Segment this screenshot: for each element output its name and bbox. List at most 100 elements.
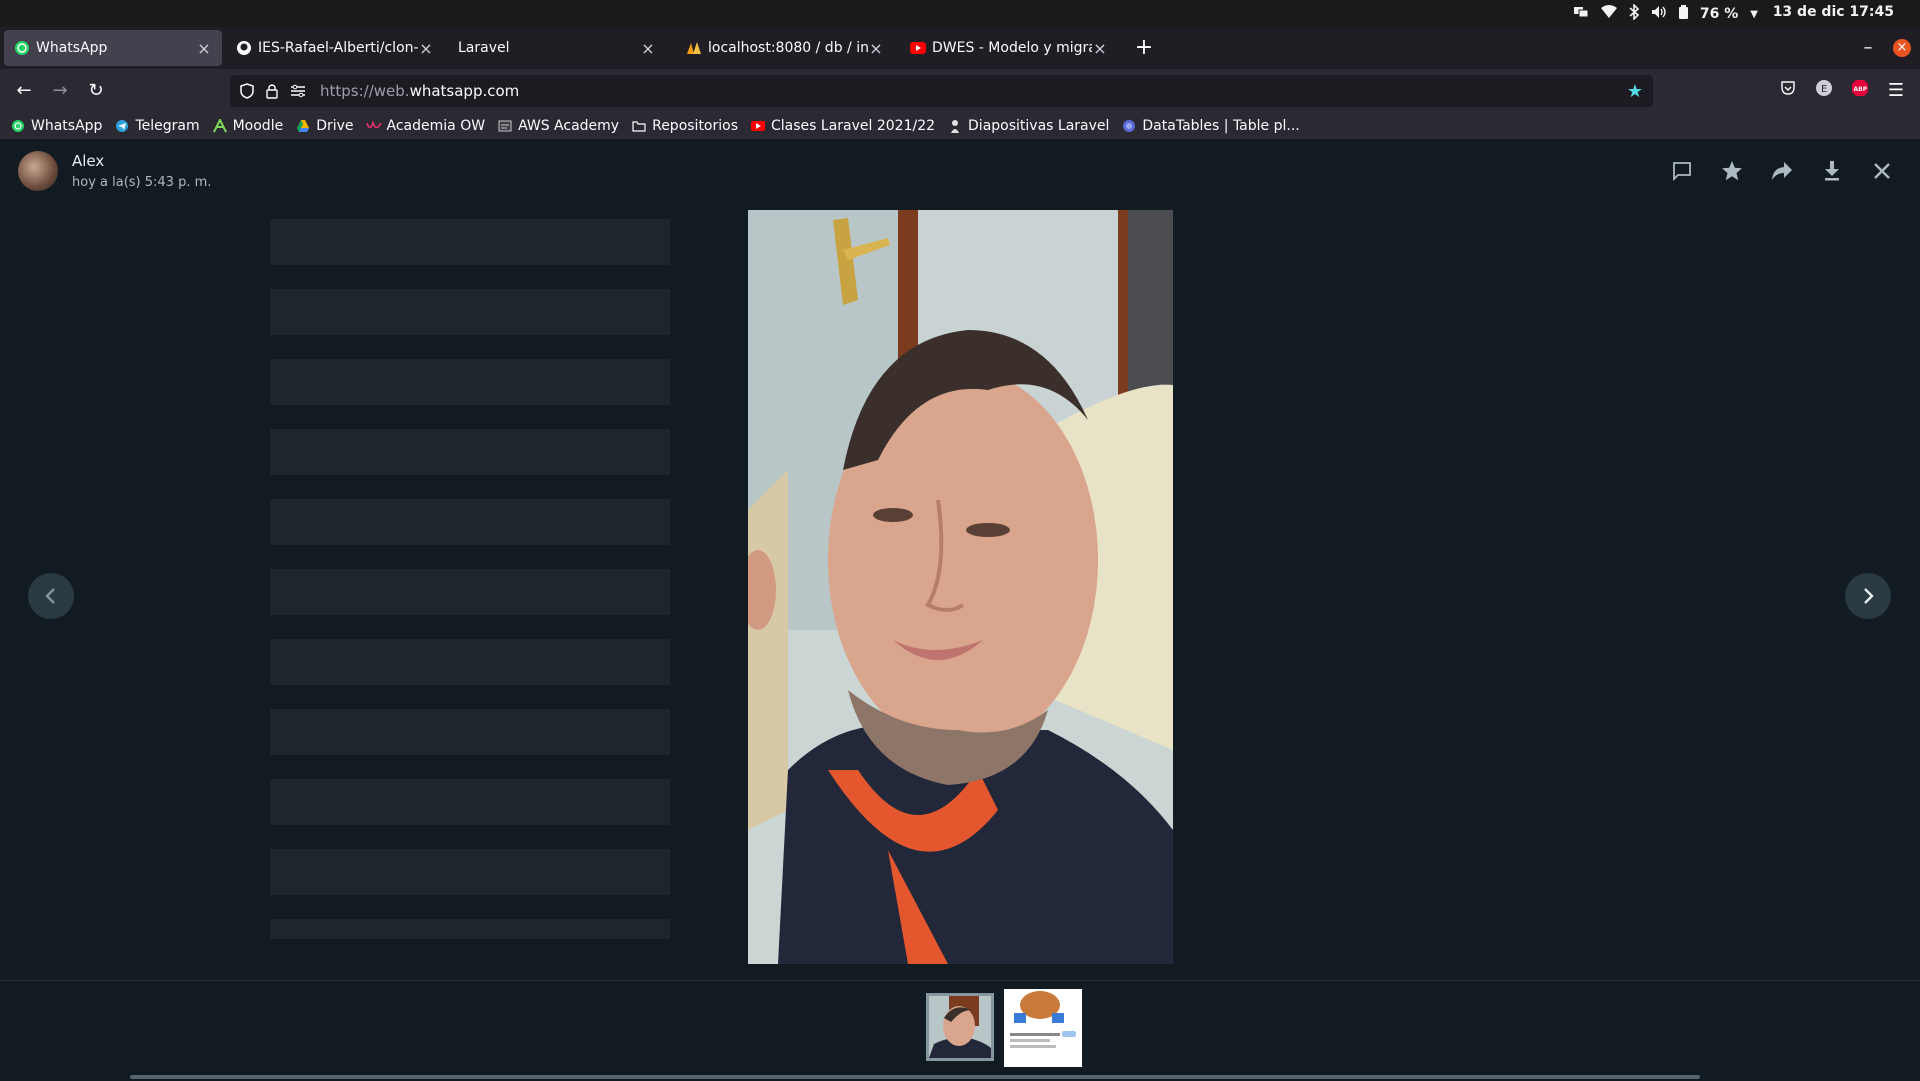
new-tab-button[interactable]: + — [1132, 36, 1156, 60]
network-icon[interactable] — [1573, 5, 1589, 23]
sender-info[interactable]: Alex hoy a la(s) 5:43 p. m. — [18, 151, 211, 191]
aws-icon — [497, 118, 513, 134]
bookmark-label: Drive — [316, 118, 354, 134]
bookmark-star-icon[interactable]: ★ — [1627, 81, 1643, 102]
bookmark-label: Telegram — [135, 118, 200, 134]
whatsapp-icon — [10, 118, 26, 134]
pocket-icon[interactable] — [1776, 79, 1800, 103]
volume-icon[interactable] — [1651, 5, 1667, 23]
address-bar[interactable]: https://web.whatsapp.com ★ — [230, 75, 1653, 107]
tab-phpmyadmin[interactable]: localhost:8080 / db / instag × — [676, 30, 894, 66]
tab-title: localhost:8080 / db / instag — [708, 40, 868, 56]
horizontal-scrollbar[interactable] — [130, 1075, 1700, 1079]
back-button[interactable]: ← — [12, 79, 36, 103]
download-icon[interactable] — [1818, 157, 1846, 185]
tab-title: Laravel — [458, 40, 510, 56]
lock-icon[interactable] — [266, 83, 278, 103]
clock[interactable]: 13 de dic 17:45 — [1773, 4, 1894, 20]
drive-icon — [295, 118, 311, 134]
tab-title: WhatsApp — [36, 40, 108, 56]
ow-icon — [365, 118, 382, 134]
datatables-icon — [1121, 118, 1137, 134]
bookmark-drive[interactable]: Drive — [295, 118, 354, 134]
tab-title: DWES - Modelo y migracion — [932, 40, 1092, 56]
bookmark-telegram[interactable]: Telegram — [114, 118, 200, 134]
adblock-icon[interactable]: ABP — [1848, 79, 1872, 103]
thumbnail[interactable] — [1004, 989, 1082, 1067]
forward-icon[interactable] — [1768, 157, 1796, 185]
whatsapp-icon — [14, 40, 30, 56]
bookmark-label: WhatsApp — [31, 118, 103, 134]
github-icon — [236, 40, 252, 56]
bookmark-label: Moodle — [232, 118, 284, 134]
close-window-button[interactable]: × — [1893, 39, 1911, 57]
close-tab-icon[interactable]: × — [640, 39, 656, 58]
url-domain: whatsapp.com — [409, 82, 520, 100]
system-top-bar: 76 % ▼ 13 de dic 17:45 — [0, 0, 1920, 27]
url-prefix: https://web. — [320, 82, 410, 100]
bookmark-clases-laravel[interactable]: Clases Laravel 2021/22 — [750, 118, 935, 134]
tab-strip: WhatsApp × IES-Rafael-Alberti/clon-inst … — [0, 27, 1920, 69]
bluetooth-icon[interactable] — [1629, 3, 1640, 24]
battery-level[interactable]: 76 % — [1700, 6, 1738, 22]
bookmark-label: DataTables | Table pl... — [1142, 118, 1300, 134]
bookmark-label: Diapositivas Laravel — [968, 118, 1110, 134]
tab-github[interactable]: IES-Rafael-Alberti/clon-inst × — [226, 30, 444, 66]
svg-text:E: E — [1821, 84, 1827, 95]
close-tab-icon[interactable]: × — [418, 39, 434, 58]
url-text[interactable]: https://web.whatsapp.com — [320, 82, 519, 100]
close-tab-icon[interactable]: × — [196, 39, 212, 58]
star-icon[interactable] — [1718, 157, 1746, 185]
media-thumbnail-strip — [0, 980, 1920, 1081]
background-chat-list — [270, 219, 670, 939]
chevron-down-icon[interactable]: ▼ — [1750, 9, 1758, 20]
bookmarks-toolbar: WhatsApp Telegram Moodle Drive Academia … — [0, 113, 1920, 139]
person-icon — [947, 118, 963, 134]
youtube-icon — [910, 40, 926, 56]
previous-media-button[interactable] — [28, 573, 74, 619]
chevron-left-icon — [45, 588, 55, 604]
thumbnail-selected[interactable] — [926, 993, 994, 1061]
message-timestamp: hoy a la(s) 5:43 p. m. — [72, 175, 212, 190]
wifi-icon[interactable] — [1600, 5, 1617, 23]
tab-youtube[interactable]: DWES - Modelo y migracion × — [900, 30, 1118, 66]
bookmark-label: Repositorios — [652, 118, 739, 134]
forward-button[interactable]: → — [48, 79, 72, 103]
go-to-message-icon[interactable] — [1668, 157, 1696, 185]
moodle-icon — [212, 118, 228, 134]
avatar[interactable] — [18, 151, 58, 191]
bookmark-whatsapp[interactable]: WhatsApp — [10, 118, 102, 134]
navigation-bar: ← → ↻ https://web.whatsapp.com ★ E ABP ☰ — [0, 69, 1920, 113]
next-media-button[interactable] — [1845, 573, 1891, 619]
close-tab-icon[interactable]: × — [1092, 39, 1108, 58]
bookmark-label: Academia OW — [386, 118, 486, 134]
menu-icon[interactable]: ☰ — [1884, 79, 1908, 103]
chevron-right-icon — [1864, 588, 1874, 604]
tab-title: IES-Rafael-Alberti/clon-inst — [258, 40, 418, 56]
system-tray[interactable]: 76 % ▼ — [1573, 3, 1758, 24]
reload-button[interactable]: ↻ — [84, 79, 108, 103]
bookmark-folder-repositorios[interactable]: Repositorios — [631, 118, 738, 134]
tab-whatsapp[interactable]: WhatsApp × — [4, 30, 222, 66]
bookmark-datatables[interactable]: DataTables | Table pl... — [1121, 118, 1300, 134]
bookmark-label: AWS Academy — [518, 118, 620, 134]
minimize-window-button[interactable]: – — [1856, 36, 1880, 60]
svg-text:ABP: ABP — [1854, 86, 1868, 93]
media-image — [748, 210, 1173, 964]
close-tab-icon[interactable]: × — [868, 39, 884, 58]
telegram-icon — [114, 118, 130, 134]
sender-name: Alex — [72, 152, 105, 170]
permissions-icon[interactable] — [290, 84, 306, 102]
bookmark-diapositivas-laravel[interactable]: Diapositivas Laravel — [947, 118, 1109, 134]
close-icon[interactable] — [1868, 157, 1896, 185]
phpmyadmin-icon — [686, 40, 702, 56]
bookmark-aws-academy[interactable]: AWS Academy — [497, 118, 619, 134]
tab-laravel[interactable]: Laravel × — [448, 30, 666, 66]
youtube-icon — [750, 118, 766, 134]
bookmark-moodle[interactable]: Moodle — [212, 118, 284, 134]
shield-icon[interactable] — [240, 83, 254, 103]
bookmark-label: Clases Laravel 2021/22 — [771, 118, 936, 134]
battery-icon[interactable] — [1678, 5, 1688, 23]
bookmark-academia-ow[interactable]: Academia OW — [365, 118, 486, 134]
account-icon[interactable]: E — [1812, 79, 1836, 103]
